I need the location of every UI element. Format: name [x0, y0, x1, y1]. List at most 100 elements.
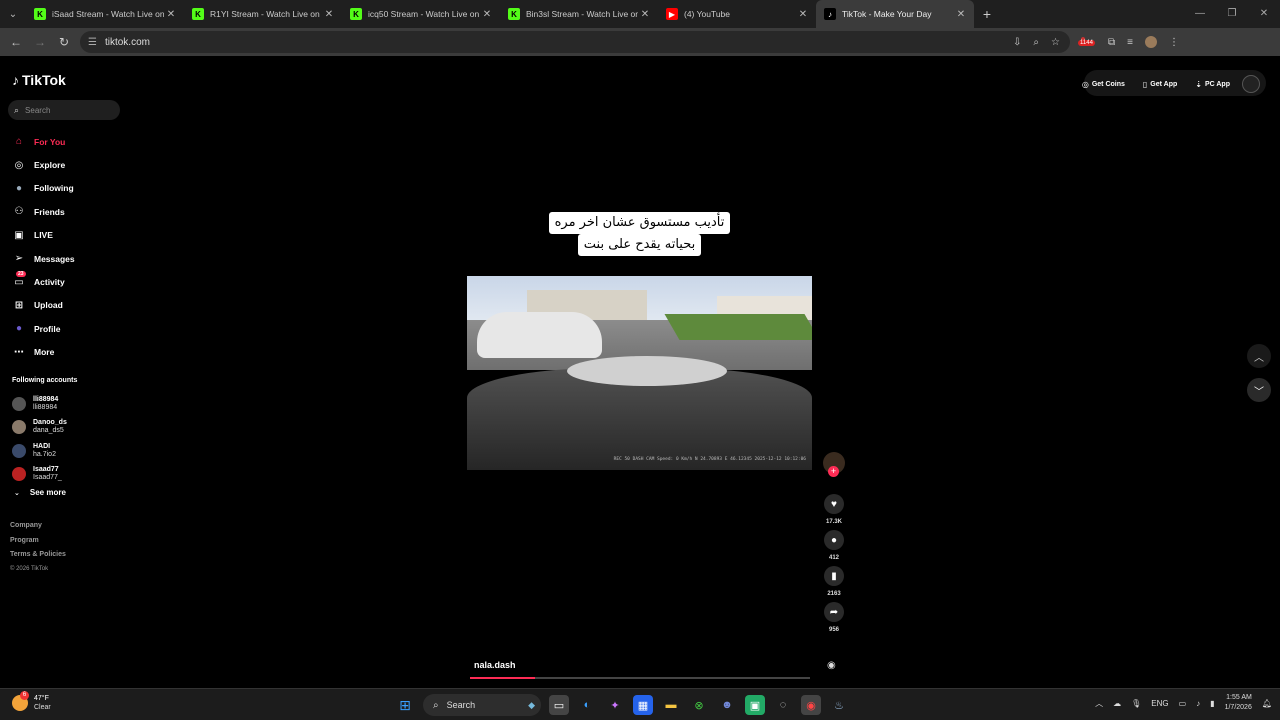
reload-icon[interactable]: ↻: [52, 35, 76, 49]
tab-close-icon[interactable]: ✕: [796, 9, 810, 20]
forward-icon[interactable]: →: [28, 35, 52, 49]
tab-close-icon[interactable]: ✕: [638, 9, 652, 20]
copilot-icon[interactable]: ✦: [605, 695, 625, 715]
edge-icon[interactable]: ◐: [577, 695, 597, 715]
taskbar-search[interactable]: ⌕ Search ◆: [423, 694, 541, 716]
get-app-button[interactable]: ▯ Get App: [1137, 80, 1183, 89]
music-disc-icon[interactable]: ◉: [827, 660, 841, 676]
volume-icon[interactable]: ♪: [1196, 699, 1200, 708]
display-icon[interactable]: ▭: [1179, 699, 1187, 708]
task-view-icon[interactable]: ▭: [549, 695, 569, 715]
footer-terms[interactable]: Terms & Policies: [10, 551, 66, 566]
footer-program[interactable]: Program: [10, 537, 66, 552]
browser-tab[interactable]: K R1YI Stream - Watch Live on Ki ✕: [184, 0, 342, 28]
previous-video-button[interactable]: ︿: [1247, 344, 1271, 368]
search-input[interactable]: ⌕ Search: [8, 100, 120, 120]
weather-widget[interactable]: 6 47°F Clear: [12, 691, 51, 712]
following-account[interactable]: lli88984 lli88984: [12, 392, 67, 416]
extension-icon[interactable]: ● 1144: [1078, 34, 1096, 50]
sidebar-item-for-you[interactable]: ⌂ For You: [12, 130, 75, 153]
follow-plus-icon[interactable]: +: [828, 466, 839, 477]
browser-tab[interactable]: ▶ (4) YouTube ✕: [658, 0, 816, 28]
get-coins-button[interactable]: ◎ Get Coins: [1076, 80, 1131, 89]
weather-badge: 6: [20, 691, 29, 700]
back-icon[interactable]: ←: [4, 35, 28, 49]
tab-close-icon[interactable]: ✕: [164, 9, 178, 20]
comment-action[interactable]: ● 412: [823, 530, 845, 561]
tray-overflow-icon[interactable]: ︿: [1095, 698, 1103, 709]
tab-close-icon[interactable]: ✕: [480, 9, 494, 20]
video-progress-bar[interactable]: [470, 677, 810, 679]
bookmark-icon[interactable]: ▮: [824, 566, 844, 586]
browser-tab[interactable]: K Bin3sl Stream - Watch Live on K ✕: [500, 0, 658, 28]
heart-icon[interactable]: ♥: [824, 494, 844, 514]
video-author[interactable]: nala.dash: [474, 660, 516, 670]
browser-tab[interactable]: ♪ TikTok - Make Your Day ✕: [816, 0, 974, 28]
minimize-icon[interactable]: —: [1184, 0, 1216, 28]
notification-bell-icon[interactable]: 🔔︎: [1262, 699, 1272, 708]
sidebar-item-messages[interactable]: ➢ Messages: [12, 247, 75, 270]
sidebar-item-following[interactable]: ● Following: [12, 177, 75, 200]
steam-icon[interactable]: ♨: [829, 695, 849, 715]
restore-icon[interactable]: ❐: [1216, 0, 1248, 28]
share-icon[interactable]: ➦: [824, 602, 844, 622]
close-window-icon[interactable]: ✕: [1248, 0, 1280, 28]
omnibox[interactable]: ☰ tiktok.com ⇩ ⌕ ☆: [80, 31, 1070, 53]
install-app-icon[interactable]: ⇩: [1013, 37, 1021, 48]
sidebar-item-explore[interactable]: ◎ Explore: [12, 153, 75, 176]
creator-avatar[interactable]: +: [823, 452, 845, 477]
sidebar-item-activity[interactable]: ▭ 23 Activity: [12, 270, 75, 293]
new-tab-button[interactable]: +: [974, 6, 1000, 22]
onedrive-cloud-icon[interactable]: ☁: [1113, 699, 1121, 708]
microphone-icon[interactable]: 🎙︎: [1131, 699, 1141, 708]
following-account[interactable]: Danoo_ds dana_ds5: [12, 416, 67, 440]
menu-dots-icon[interactable]: ⋮: [1169, 37, 1179, 48]
chrome-icon[interactable]: ◉: [801, 695, 821, 715]
file-explorer-icon[interactable]: ▬: [661, 695, 681, 715]
tab-title: icq50 Stream - Watch Live on K: [368, 9, 480, 19]
browser-tab[interactable]: KiSaad Stream - Watch Live on K ✕: [26, 0, 184, 28]
profile-avatar[interactable]: [1144, 36, 1157, 48]
pc-app-button[interactable]: ⇣ PC App: [1189, 80, 1236, 89]
tab-search-icon[interactable]: ⌄: [0, 0, 26, 28]
tiktok-logo[interactable]: ♪ TikTok: [12, 72, 66, 88]
video-player[interactable]: REC 50 DASH CAM Speed: 0 Km/h N 24.70893…: [467, 276, 812, 470]
bookmark-star-icon[interactable]: ☆: [1051, 37, 1060, 48]
user-avatar[interactable]: [1242, 75, 1260, 93]
extensions-puzzle-icon[interactable]: ⧉: [1108, 37, 1115, 48]
sidebar-item-more[interactable]: ⋯ More: [12, 341, 75, 364]
zoom-icon[interactable]: ⌕: [1033, 37, 1039, 48]
sidebar-item-label: More: [34, 347, 55, 358]
tab-title: iSaad Stream - Watch Live on K: [52, 9, 164, 19]
url-text[interactable]: tiktok.com: [105, 37, 1013, 48]
sidebar-item-friends[interactable]: ⚇ Friends: [12, 200, 75, 223]
sidebar-item-upload[interactable]: ⊞ Upload: [12, 294, 75, 317]
xbox-icon[interactable]: ⊗: [689, 695, 709, 715]
app-green-icon[interactable]: ▣: [745, 695, 765, 715]
following-account[interactable]: HADI ha.7io2: [12, 439, 67, 463]
coin-icon: ◎: [1081, 79, 1089, 89]
tab-close-icon[interactable]: ✕: [322, 9, 336, 20]
media-control-icon[interactable]: ≡: [1127, 37, 1133, 48]
comment-icon[interactable]: ●: [824, 530, 844, 550]
footer-company[interactable]: Company: [10, 522, 66, 537]
next-video-button[interactable]: ﹀: [1247, 378, 1271, 402]
sidebar-item-profile[interactable]: ● Profile: [12, 317, 75, 340]
following-account[interactable]: Isaad77 Isaad77_: [12, 463, 67, 487]
sidebar-item-live[interactable]: ▣ LIVE: [12, 224, 75, 247]
account-name: lli88984: [33, 395, 59, 403]
see-more-button[interactable]: ⌄ See more: [14, 488, 66, 497]
save-action[interactable]: ▮ 2163: [823, 566, 845, 597]
browser-tab[interactable]: Kicq50 Stream - Watch Live on K ✕: [342, 0, 500, 28]
discord-icon[interactable]: ☻: [717, 695, 737, 715]
like-action[interactable]: ♥ 17.3K: [823, 494, 845, 525]
tab-close-icon[interactable]: ✕: [954, 9, 968, 20]
share-action[interactable]: ➦ 956: [823, 602, 845, 633]
language-indicator[interactable]: ENG: [1151, 699, 1168, 708]
store-icon[interactable]: ▦: [633, 695, 653, 715]
app-circle-icon[interactable]: ◌: [773, 695, 793, 715]
windows-start-icon[interactable]: ⊞: [395, 695, 415, 715]
battery-icon[interactable]: ▮: [1210, 699, 1214, 708]
site-settings-icon[interactable]: ☰: [88, 37, 97, 48]
clock[interactable]: 1:55 AM 1/7/2026: [1225, 693, 1252, 713]
